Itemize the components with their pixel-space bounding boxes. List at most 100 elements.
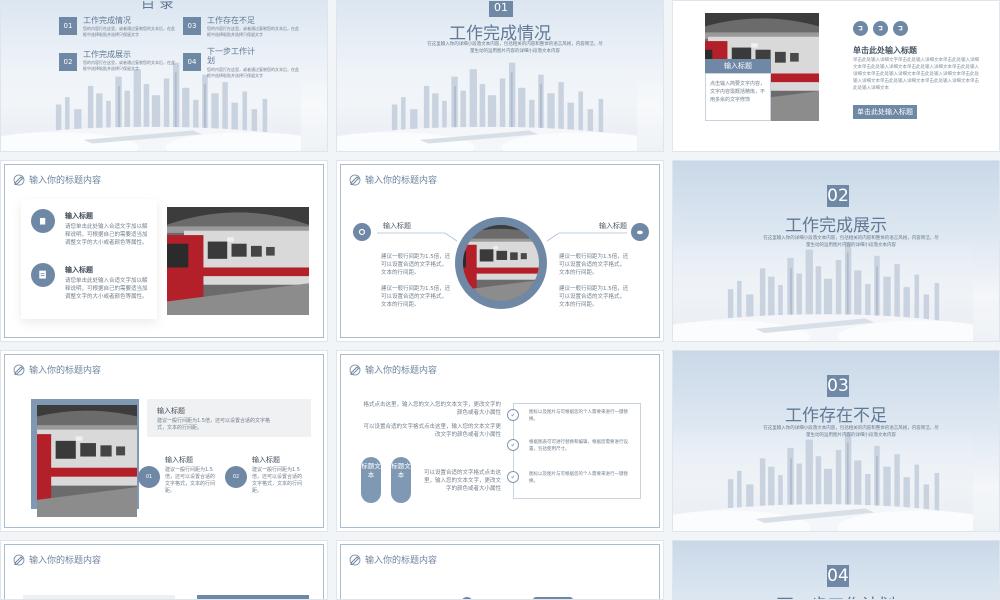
slide-photo-steps[interactable]: 输入你的标题内容 输入标题 建议一般行间距为1.5倍，还可以设置合适的文字格式，… bbox=[0, 350, 328, 532]
city-skyline-image bbox=[673, 237, 973, 341]
step-desc: 建议一般行间距为1.5倍，还可以设置合适的文字格式，文本的行间距。 bbox=[165, 467, 216, 494]
toc-item-desc: 您的内容打在这里，或者通过复制您的文本后，在此框中选择粘贴并选择只保留文字 bbox=[207, 67, 299, 78]
slide-section-04[interactable]: 04 下一步工作计划 bbox=[672, 540, 1000, 600]
undo-icon bbox=[853, 21, 868, 36]
check-text: 根据图表可可进行替换和编辑，根据您需要进行设置，包括使用尺寸。 bbox=[529, 440, 628, 452]
step-number: 01 bbox=[138, 466, 160, 488]
item-label: 输入标题 bbox=[65, 266, 93, 274]
section-number: 03 bbox=[827, 375, 849, 397]
slide-photo-text[interactable]: 输入标题 点击输入简要文字内容，文字内容需概括精炼，不用多余的文字修饰 单击此处… bbox=[672, 0, 1000, 152]
paragraph-3: 可以设置合适的文字格式点击这里，输入您的文本文字，更改文字的颜色或者大小属性 bbox=[423, 470, 501, 492]
right-label: 输入标题 bbox=[599, 222, 627, 230]
item-desc: 请您单击此处输入合适文字加以解释说明，可根据自己的需要适当加调整文字的大小或者颜… bbox=[65, 278, 148, 300]
header-title: 输入你的标题内容 bbox=[365, 366, 438, 376]
top-desc: 建议一般行间距为1.5倍，还可以设置合适的文字格式，文本的行间距。 bbox=[157, 418, 270, 431]
toc-item-title: 下一步工作计划 bbox=[207, 47, 255, 65]
photo-label: 输入标题 bbox=[705, 59, 771, 73]
slide-section-02[interactable]: 02 工作完成展示 在这里输入你的详细小段落文本内容，包括相关的内容和整体的语言… bbox=[672, 160, 1000, 342]
slide-list-photo[interactable]: 输入你的标题内容 输入标题 请您单击此处输入合适文字加以解释说明，可根据自己的需… bbox=[0, 160, 328, 342]
circle-photo bbox=[463, 225, 539, 301]
check-icon bbox=[507, 471, 519, 483]
toc-item-title: 工作存在不足 bbox=[207, 16, 255, 25]
slide-section-01[interactable]: 01 工作完成情况 在这里输入你的详细小段落文本内容，包括相关的内容和整体的语言… bbox=[336, 0, 664, 152]
undo-icon bbox=[873, 21, 888, 36]
edit-icon bbox=[13, 364, 25, 375]
metro-photo bbox=[463, 225, 539, 301]
step-label: 输入标题 bbox=[165, 456, 193, 464]
toc-item-title: 工作完成情况 bbox=[83, 16, 131, 25]
title-pill: 标题文本 bbox=[361, 457, 381, 503]
paragraph-2: 可以设置合适的文字格式点击这里，输入您的文本文字更改文字的颜色或者大小属性 bbox=[363, 424, 501, 438]
toc-title: 目 录 bbox=[141, 0, 174, 12]
section-number: 01 bbox=[489, 1, 513, 17]
slide-header: 输入你的标题内容 bbox=[349, 553, 437, 566]
slide-header: 输入你的标题内容 bbox=[13, 173, 101, 186]
slide-header: 输入你的标题内容 bbox=[349, 173, 437, 186]
toc-item-desc: 您的内容打在这里，或者通过复制您的文本后，在此框中选择粘贴并选择只保留文字 bbox=[83, 60, 175, 71]
header-title: 输入你的标题内容 bbox=[365, 556, 438, 566]
left-label: 输入标题 bbox=[383, 222, 411, 230]
item-label: 输入标题 bbox=[65, 212, 93, 220]
section-title: 工作完成展示 bbox=[785, 216, 887, 236]
metro-photo bbox=[167, 207, 309, 315]
header-title: 输入你的标题内容 bbox=[29, 176, 102, 186]
check-text: 图标以及图片与可根据您的个人需要来进行一键替换。 bbox=[529, 410, 628, 422]
undo-icon bbox=[893, 21, 908, 36]
section-title: 下一步工作计划 bbox=[673, 591, 999, 599]
slide-partial-1[interactable]: 输入你的标题内容 bbox=[0, 540, 328, 600]
toc-number: 04 bbox=[183, 53, 201, 71]
right-text: 建议一般行间距为1.5倍，还可以设置合适的文字格式，文本的行间距。 bbox=[559, 254, 629, 276]
toc-item-desc: 您的内容打在这里，或者通过复制您的文本后，在此框中选择粘贴并选择只保留文字 bbox=[207, 26, 299, 37]
slide-header: 输入你的标题内容 bbox=[13, 553, 101, 566]
slide-toc[interactable]: 目 录 01 工作完成情况 您的内容打在这里，或者通过复制您的文本后，在此框中选… bbox=[0, 0, 328, 152]
block-title: 单击此处输入标题 bbox=[853, 46, 917, 55]
left-text: 建议一般行间距为1.5倍，还可以设置合适的文字格式，文本的行间距。 bbox=[381, 286, 451, 308]
connector-line bbox=[377, 232, 457, 242]
toc-number: 01 bbox=[59, 17, 77, 35]
edit-icon bbox=[349, 174, 361, 185]
photo-caption: 点击输入简要文字内容，文字内容需概括精炼，不用多余的文字修饰 bbox=[705, 73, 771, 121]
check-icon bbox=[507, 439, 519, 451]
connector-line bbox=[547, 232, 627, 242]
step-desc: 建议一般行间距为1.5倍，还可以设置合适的文字格式，文本的行间距。 bbox=[252, 467, 303, 494]
step-number: 02 bbox=[225, 466, 247, 488]
content-block bbox=[23, 595, 175, 599]
right-text: 建议一般行间距为1.5倍，还可以设置合适的文字格式，文本的行间距。 bbox=[559, 286, 629, 308]
title-pill: 标题文本 bbox=[391, 457, 411, 503]
left-text: 建议一般行间距为1.5倍，还可以设置合适的文字格式，文本的行间距。 bbox=[381, 254, 451, 276]
section-title: 工作存在不足 bbox=[785, 406, 887, 426]
step-label: 输入标题 bbox=[252, 456, 280, 464]
section-desc: 在这里输入你的详细小段落文本内容，包括相关的内容和整体的语言风格，内容简洁，尽量… bbox=[427, 42, 603, 54]
gear-icon bbox=[353, 223, 371, 241]
slide-section-03[interactable]: 03 工作存在不足 在这里输入你的详细小段落文本内容，包括相关的内容和整体的语言… bbox=[672, 350, 1000, 532]
action-button[interactable]: 单击此处输入标题 bbox=[853, 105, 917, 119]
document-icon bbox=[31, 263, 55, 287]
header-title: 输入你的标题内容 bbox=[29, 366, 102, 376]
cloud-icon bbox=[631, 223, 649, 241]
section-number: 02 bbox=[827, 185, 849, 207]
toc-item-desc: 您的内容打在这里，或者通过复制您的文本后，在此框中选择粘贴并选择只保留文字 bbox=[83, 26, 175, 37]
city-skyline-image bbox=[673, 427, 973, 531]
toc-item-title: 工作完成展示 bbox=[83, 50, 131, 59]
toc-number: 02 bbox=[59, 53, 77, 71]
slide-circle-layout[interactable]: 输入你的标题内容 输入标题 建议一般行间距为1.5倍，还可以设置合适的文字格式，… bbox=[336, 160, 664, 342]
slide-text-checklist[interactable]: 输入你的标题内容 格式点击这里，输入您的文入您的文本文字，更改文字的颜色或者大小… bbox=[336, 350, 664, 532]
section-desc: 在这里输入你的详细小段落文本内容，包括相关的内容和整体的语言风格，内容简洁，尽量… bbox=[763, 426, 939, 438]
block-desc: 单击此处输入详细文字单击此处输入详细文本单击此处输入详细文本单击此处输入详细文本… bbox=[853, 58, 979, 91]
slide-header: 输入你的标题内容 bbox=[13, 363, 101, 376]
top-label: 输入标题 bbox=[157, 407, 185, 415]
metro-photo bbox=[37, 405, 137, 517]
slide-partial-2[interactable]: 输入你的标题内容 bbox=[336, 540, 664, 600]
app-icon bbox=[31, 209, 55, 233]
check-text: 图标以及图片与可根据您的个人需要来进行一键替换。 bbox=[529, 472, 628, 484]
icon-row bbox=[853, 21, 908, 36]
edit-icon bbox=[13, 174, 25, 185]
edit-icon bbox=[349, 364, 361, 375]
toc-number: 03 bbox=[183, 17, 201, 35]
slide-header: 输入你的标题内容 bbox=[349, 363, 437, 376]
header-title: 输入你的标题内容 bbox=[365, 176, 438, 186]
content-block bbox=[197, 595, 309, 599]
check-icon bbox=[507, 409, 519, 421]
paragraph-1: 格式点击这里，输入您的文入您的文本文字，更改文字的颜色或者大小属性 bbox=[363, 402, 501, 416]
header-title: 输入你的标题内容 bbox=[29, 556, 102, 566]
